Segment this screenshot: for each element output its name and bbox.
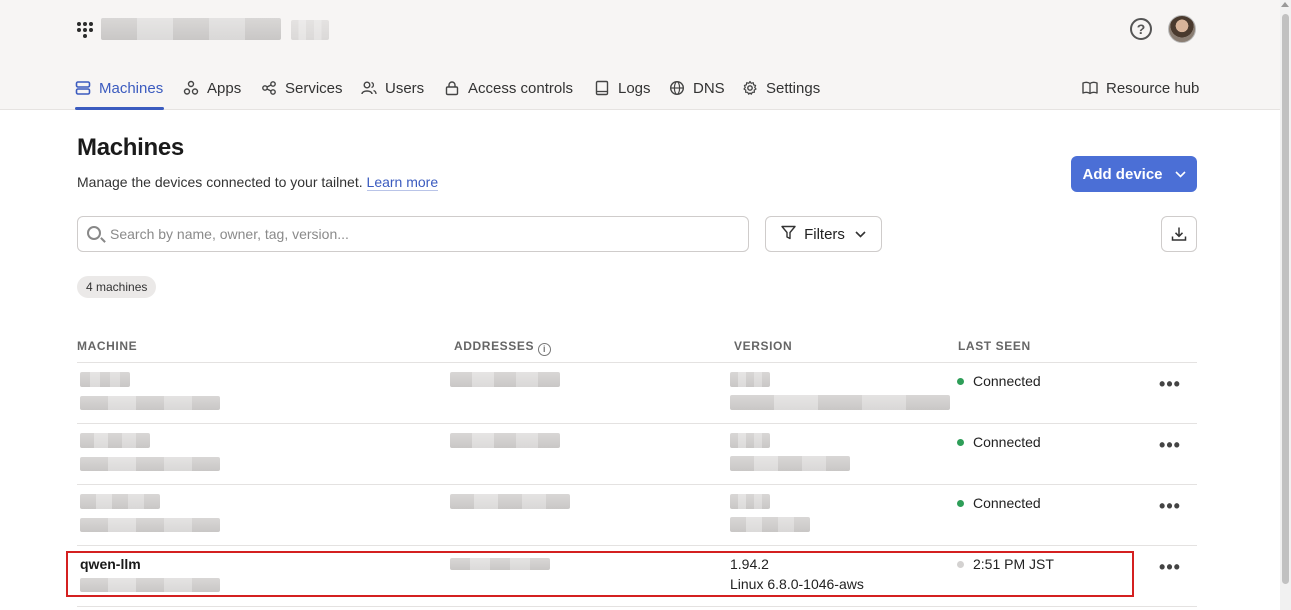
search-icon <box>87 226 101 240</box>
gear-icon <box>742 80 758 96</box>
tab-label: Access controls <box>468 79 574 97</box>
version-redacted <box>730 433 770 448</box>
page-title: Machines <box>77 134 184 161</box>
description-text: Manage the devices connected to your tai… <box>77 174 363 190</box>
filters-label: Filters <box>804 225 845 243</box>
address-redacted[interactable] <box>450 494 570 509</box>
help-icon[interactable]: ? <box>1130 18 1152 40</box>
os-redacted <box>730 517 810 532</box>
os-redacted <box>730 395 950 410</box>
table-row[interactable]: Connected ••• <box>0 363 1280 424</box>
tab-dns[interactable]: DNS <box>669 76 725 100</box>
more-options-icon[interactable]: ••• <box>1158 436 1182 454</box>
version-redacted <box>730 372 770 387</box>
tab-label: Apps <box>207 79 242 97</box>
info-icon[interactable]: i <box>538 343 552 356</box>
avatar[interactable] <box>1168 15 1196 43</box>
machine-name-redacted[interactable] <box>80 372 130 387</box>
machine-owner-redacted <box>80 518 220 532</box>
filters-button[interactable]: Filters <box>765 216 882 252</box>
download-icon <box>1171 227 1187 241</box>
add-device-button[interactable]: Add device <box>1071 156 1197 192</box>
chevron-down-icon <box>1174 167 1186 181</box>
tab-label: Logs <box>618 79 651 97</box>
last-seen: Connected <box>957 434 1041 450</box>
version-redacted <box>730 494 770 509</box>
search-box[interactable] <box>77 216 749 252</box>
online-status-dot <box>957 438 964 446</box>
machine-name-redacted[interactable] <box>80 494 160 509</box>
highlight-box <box>66 551 1134 597</box>
main-nav: Machines Apps Services Users Access cont… <box>0 66 1280 110</box>
address-redacted[interactable] <box>450 372 560 387</box>
lock-icon <box>444 80 460 96</box>
add-device-label: Add device <box>1082 165 1163 183</box>
column-header-last-seen[interactable]: LAST SEEN <box>958 339 1031 353</box>
top-header: ? Machines Apps Services Users Access co… <box>0 0 1280 110</box>
scrollbar-thumb[interactable] <box>1282 14 1289 584</box>
tab-settings[interactable]: Settings <box>742 76 820 100</box>
tab-apps[interactable]: Apps <box>183 76 241 100</box>
download-button[interactable] <box>1161 216 1197 252</box>
filter-icon <box>781 225 796 244</box>
last-seen: Connected <box>957 495 1041 511</box>
tab-machines[interactable]: Machines <box>75 76 163 100</box>
machines-icon <box>75 80 91 96</box>
table-row[interactable]: Connected ••• <box>0 485 1280 546</box>
tailscale-logo-icon[interactable] <box>77 22 95 38</box>
divider <box>77 606 1197 607</box>
tailnet-tag-redacted <box>291 20 329 40</box>
search-input[interactable] <box>110 217 740 251</box>
tab-services[interactable]: Services <box>261 76 343 100</box>
last-seen-text: Connected <box>973 495 1041 511</box>
tab-label: Settings <box>766 79 821 97</box>
page-description: Manage the devices connected to your tai… <box>77 174 439 191</box>
more-options-icon[interactable]: ••• <box>1158 558 1182 576</box>
machine-owner-redacted <box>80 396 220 410</box>
active-tab-indicator <box>75 107 164 110</box>
learn-more-link[interactable]: Learn more <box>366 174 439 191</box>
table-row[interactable]: Connected ••• <box>0 424 1280 485</box>
tab-logs[interactable]: Logs <box>594 76 651 100</box>
chevron-down-icon <box>855 227 866 241</box>
tab-access-controls[interactable]: Access controls <box>444 76 573 100</box>
more-options-icon[interactable]: ••• <box>1158 375 1182 393</box>
scroll-up-arrow-icon[interactable] <box>1281 2 1289 7</box>
services-icon <box>261 80 277 96</box>
users-icon <box>361 80 377 96</box>
tab-users[interactable]: Users <box>361 76 424 100</box>
tailnet-name-redacted[interactable] <box>101 18 281 40</box>
column-header-version[interactable]: VERSION <box>734 339 792 353</box>
addresses-header-label: ADDRESSES <box>454 339 535 353</box>
more-options-icon[interactable]: ••• <box>1158 497 1182 515</box>
address-redacted[interactable] <box>450 433 560 448</box>
machine-owner-redacted <box>80 457 220 471</box>
last-seen-text: Connected <box>973 373 1041 389</box>
open-book-icon <box>1082 80 1098 96</box>
tab-label: DNS <box>693 79 725 97</box>
os-redacted <box>730 456 850 471</box>
column-header-machine[interactable]: MACHINE <box>77 339 137 353</box>
online-status-dot <box>957 499 964 507</box>
tab-label: Machines <box>99 79 164 97</box>
globe-icon <box>669 80 685 96</box>
tab-label: Services <box>285 79 343 97</box>
machine-count-badge: 4 machines <box>77 276 157 298</box>
resource-hub-label: Resource hub <box>1106 79 1200 97</box>
online-status-dot <box>957 377 964 385</box>
apps-icon <box>183 80 199 96</box>
resource-hub-link[interactable]: Resource hub <box>1082 76 1199 100</box>
machine-name-redacted[interactable] <box>80 433 150 448</box>
book-icon <box>594 80 610 96</box>
column-header-addresses[interactable]: ADDRESSES i <box>454 339 552 356</box>
last-seen: Connected <box>957 373 1041 389</box>
last-seen-text: Connected <box>973 434 1041 450</box>
tab-label: Users <box>385 79 425 97</box>
